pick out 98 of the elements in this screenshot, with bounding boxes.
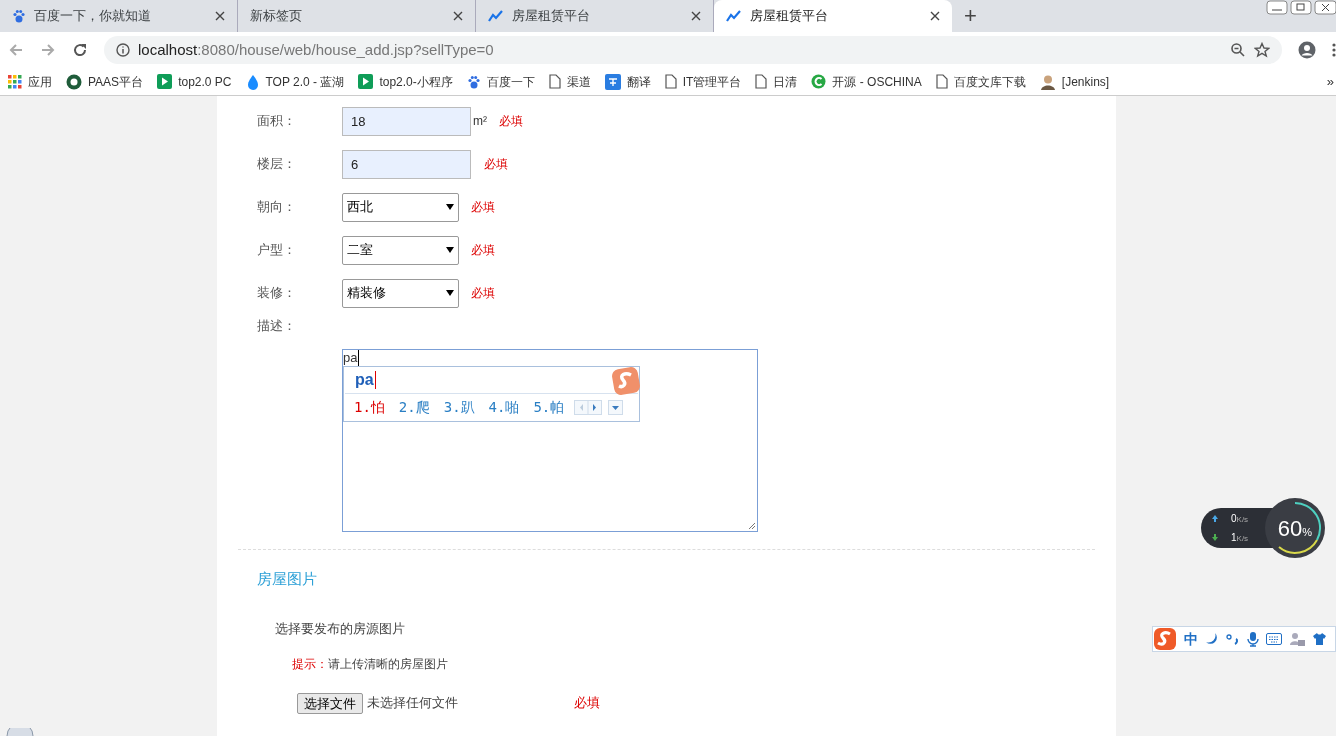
input-mode-toggle[interactable]: 中 (1184, 628, 1198, 650)
bookmark[interactable]: 渠道 (548, 72, 591, 91)
expand-icon (608, 399, 624, 415)
field-label: 装修： (257, 284, 297, 303)
page-icon (755, 74, 768, 89)
select-dropdown[interactable]: 西北 (342, 192, 459, 222)
select-dropdown[interactable]: 精装修 (342, 278, 459, 308)
play-icon (358, 74, 374, 89)
chart-icon (726, 9, 742, 23)
forward-icon (40, 42, 56, 58)
hint-label: 提示： (292, 655, 328, 673)
ime-candidate[interactable]: 5.帕 (533, 396, 565, 418)
description-textarea[interactable]: pa pa 1.怕 2.爬 3.趴 4.啪 5.帕 (342, 348, 758, 532)
close-icon (691, 11, 701, 21)
dropdown-arrow-icon (446, 289, 454, 297)
microphone-icon (1247, 631, 1259, 647)
page-icon (935, 74, 948, 89)
translate-icon (604, 73, 621, 90)
person-icon (1039, 73, 1056, 90)
play-icon (157, 74, 173, 89)
down-arrow-icon (1211, 533, 1219, 542)
bookmark[interactable]: top2.0-小程序 (358, 72, 453, 91)
keyboard-icon (1266, 633, 1282, 645)
user-icon (1289, 632, 1305, 646)
star-icon (1254, 42, 1270, 58)
account-icon (1298, 41, 1316, 59)
menu-icon (1332, 42, 1336, 58)
bookmark[interactable]: 百度一下 (466, 72, 535, 91)
dropdown-arrow-icon (446, 203, 454, 211)
bookmark[interactable]: TOP 2.0 - 蓝湖 (245, 72, 345, 91)
text-input[interactable]: 18 (342, 106, 471, 136)
hint-text: 请上传清晰的房屋图片 (328, 655, 448, 673)
moon-icon (1205, 632, 1219, 646)
drop-icon (245, 73, 260, 90)
required-note: 必填 (471, 285, 495, 302)
bookmark[interactable]: 百度文库下载 (935, 72, 1026, 91)
paw-icon (12, 9, 26, 23)
required-note: 必填 (484, 156, 508, 173)
upload-instruction: 选择要发布的房源图片 (275, 620, 406, 638)
circle-icon (66, 73, 82, 90)
url-text: localhost:8080/house/web/house_add.jsp?sellType=0 (138, 39, 495, 60)
reload-icon (72, 42, 88, 58)
shirt-icon (1312, 632, 1327, 646)
ime-candidate[interactable]: 1.怕 (354, 396, 385, 418)
close-icon (215, 11, 225, 21)
typed-text: pa (343, 349, 360, 366)
ime-candidate[interactable]: 4.啪 (488, 396, 520, 418)
ime-candidate[interactable]: 3.趴 (443, 396, 475, 418)
apps-icon (8, 74, 22, 89)
page-icon (664, 74, 677, 89)
field-label: 楼层： (257, 155, 297, 174)
required-note: 必填 (471, 199, 495, 216)
logo-icon (611, 365, 641, 396)
back-icon (8, 42, 24, 58)
page-icon (548, 74, 561, 89)
chart-icon (488, 9, 504, 23)
bookmark[interactable]: PAAS平台 (66, 72, 144, 91)
up-arrow-icon (1211, 514, 1219, 523)
field-label: 朝向： (257, 198, 297, 217)
page-arrows-icon (574, 399, 603, 415)
close-icon (930, 11, 940, 21)
dropdown-arrow-icon (446, 246, 454, 254)
bookmark[interactable]: 开源 - OSCHINA (811, 72, 922, 91)
field-label: 户型： (257, 241, 297, 260)
speed-reading: 0K/s (1231, 512, 1249, 526)
zoom-icon (1230, 42, 1246, 58)
punctuation-icon (1226, 632, 1240, 646)
bookmark[interactable]: top2.0 PC (157, 72, 232, 91)
section-title: 房屋图片 (257, 568, 318, 589)
c-icon (811, 74, 827, 89)
field-label: 面积： (257, 112, 297, 131)
percent-reading: 60% (1277, 514, 1313, 543)
speed-reading: 1K/s (1231, 531, 1249, 545)
choose-file-button[interactable]: 选择文件 (297, 692, 363, 714)
required-note: 必填 (574, 694, 600, 713)
info-icon (116, 43, 130, 57)
new-tab-button[interactable]: + (964, 5, 977, 27)
file-status: 未选择任何文件 (367, 694, 458, 713)
bookmark[interactable]: IT管理平台 (664, 72, 742, 91)
text-input[interactable]: 6 (342, 149, 471, 179)
close-icon (453, 11, 463, 21)
window-controls-icon (1266, 0, 1336, 16)
required-note: 必填 (471, 242, 495, 259)
bookmark[interactable]: [Jenkins] (1039, 72, 1110, 91)
ime-composition: pa (355, 370, 376, 389)
more-bookmarks-button[interactable]: » (1326, 71, 1334, 92)
resize-handle-icon (748, 521, 756, 530)
ime-candidate[interactable]: 2.爬 (398, 396, 430, 418)
bookmark[interactable]: 翻译 (604, 72, 651, 91)
paw-icon (466, 74, 481, 89)
bookmark[interactable]: 应用 (8, 72, 52, 91)
address-bar[interactable]: localhost:8080/house/web/house_add.jsp?sellType=0 (104, 36, 1282, 64)
unit-label: m² (473, 113, 487, 130)
field-label: 描述： (257, 317, 297, 335)
browser-tab[interactable]: 房屋租赁平台 (714, 0, 952, 32)
select-dropdown[interactable]: 二室 (342, 235, 459, 265)
required-note: 必填 (499, 113, 523, 130)
bookmark[interactable]: 日清 (755, 72, 798, 91)
